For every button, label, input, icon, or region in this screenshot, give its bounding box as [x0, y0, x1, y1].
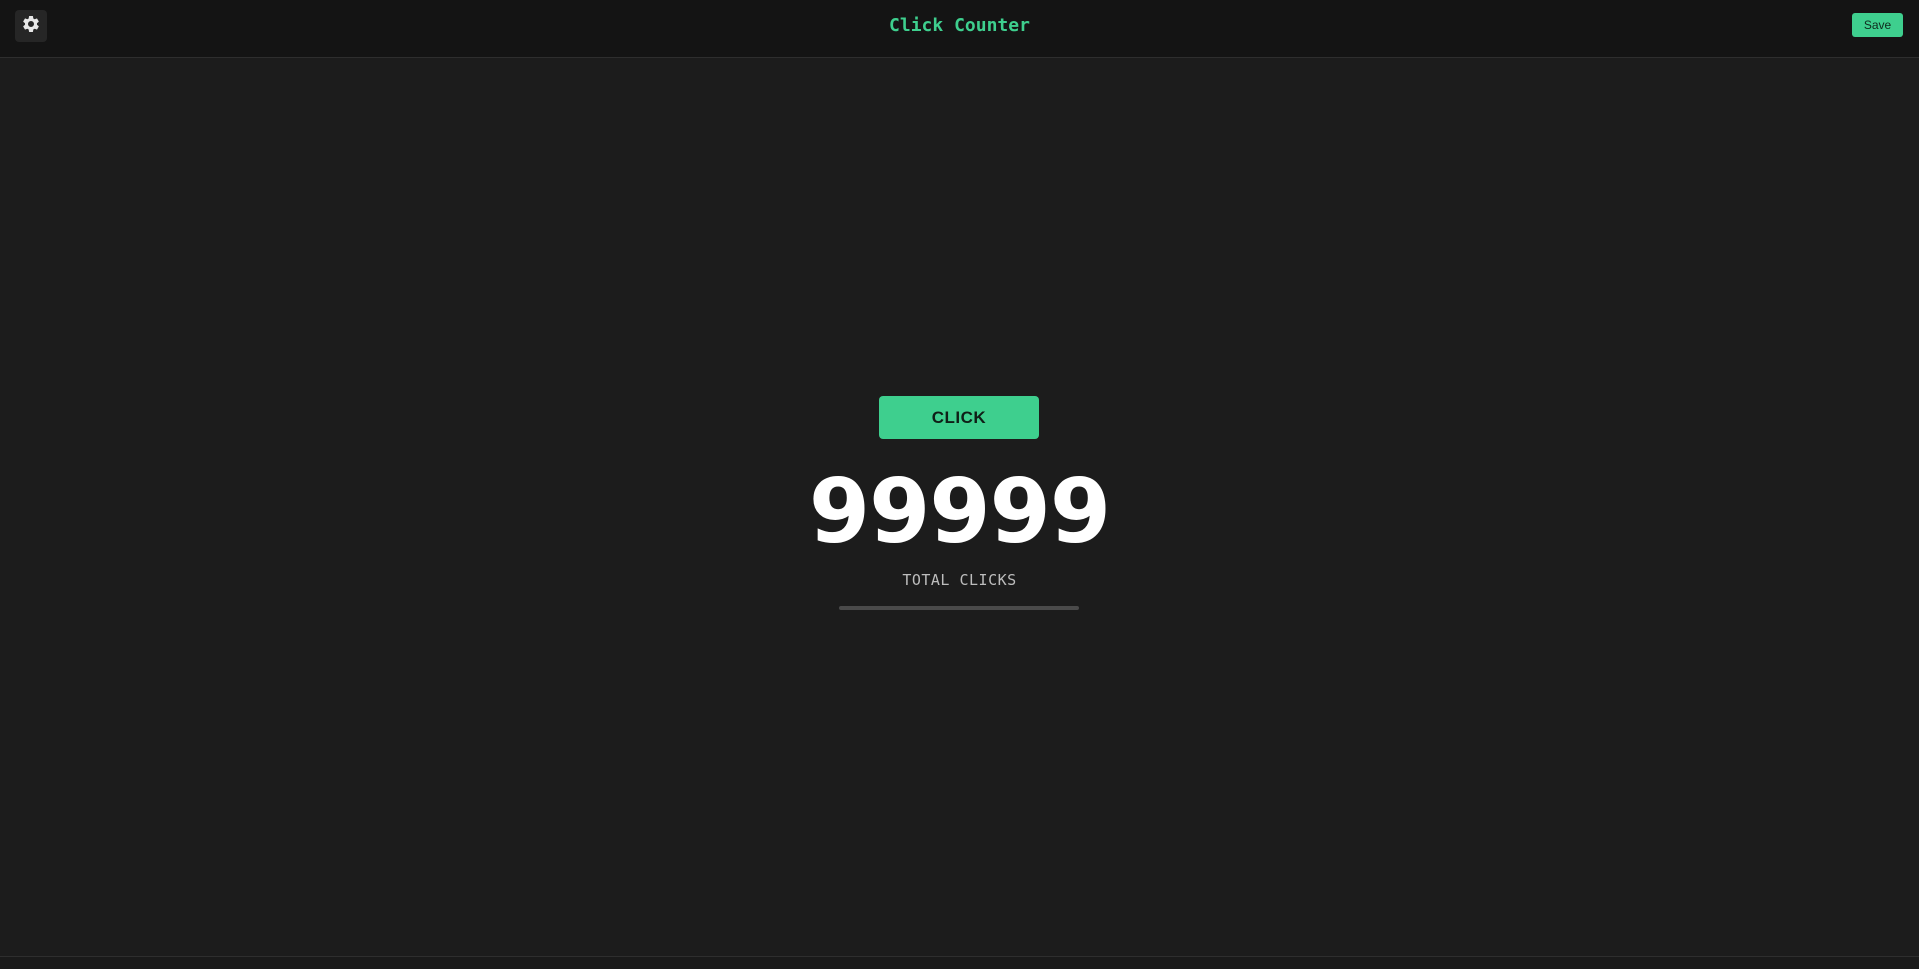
top-bar: Click Counter Save [0, 0, 1919, 58]
save-button[interactable]: Save [1852, 13, 1903, 37]
app-title: Click Counter [889, 15, 1030, 36]
click-count: 99999 [808, 460, 1111, 563]
click-button[interactable]: CLICK [879, 396, 1039, 439]
count-label: TOTAL CLICKS [902, 571, 1017, 589]
footer [0, 956, 1919, 969]
progress-bar [839, 606, 1079, 610]
